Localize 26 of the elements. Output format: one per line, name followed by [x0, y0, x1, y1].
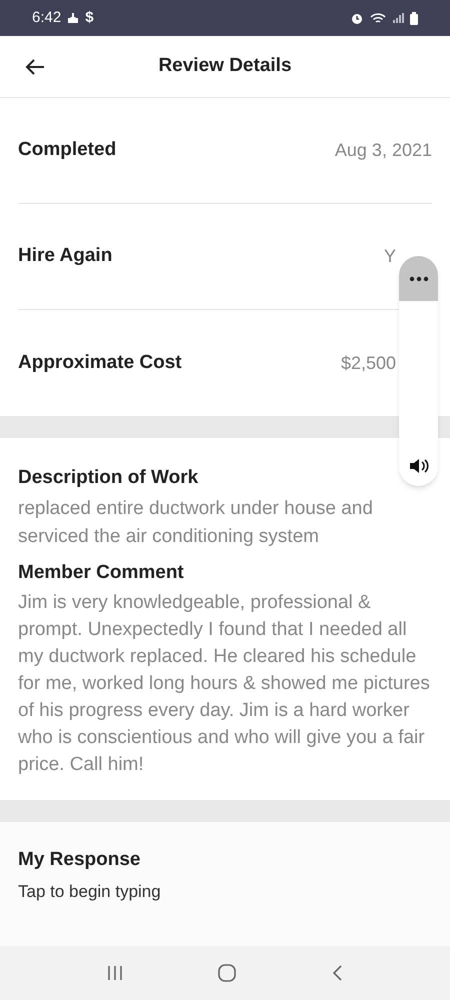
signal-icon [392, 12, 404, 24]
detail-value: Aug 3, 2021 [334, 139, 432, 162]
home-icon[interactable] [218, 964, 236, 982]
detail-value: $2,500 [340, 352, 397, 374]
detail-label: Approximate Cost [18, 350, 182, 375]
detail-label: Hire Again [18, 244, 112, 268]
section-title: My Response [18, 848, 142, 872]
detail-label: Completed [18, 138, 116, 162]
section-title: Description of Work [18, 466, 198, 490]
more-button[interactable] [399, 256, 438, 301]
screen-title: Review Details [158, 54, 292, 78]
recent-apps-icon[interactable] [107, 965, 124, 981]
detail-value: Y [384, 245, 397, 268]
section-title: Member Comment [18, 560, 184, 584]
status-time: 6:42 [32, 8, 62, 28]
comment-text: Jim is very knowledgeable, professional & prompt. Unexpectedly I found that I needed all my ductwork replaced. He cleared his schedule for me, worked long hours & showed me pictures of his progress every day. Jim is a hard worker who is conscientious and who will give you a fair price. Call him! [18, 591, 430, 777]
battery-icon [410, 12, 418, 24]
download-icon [67, 12, 80, 24]
speaker-icon[interactable] [408, 458, 428, 474]
more-icon [408, 276, 428, 282]
response-field[interactable]: Tap to begin typing [18, 878, 432, 904]
dollar-icon: $ [85, 6, 94, 30]
description-text: replaced entire ductwork under house and serviced the air conditioning system [18, 496, 374, 548]
back-nav-icon[interactable] [330, 965, 343, 981]
wifi-icon [370, 12, 386, 24]
alarm-icon [350, 11, 364, 25]
